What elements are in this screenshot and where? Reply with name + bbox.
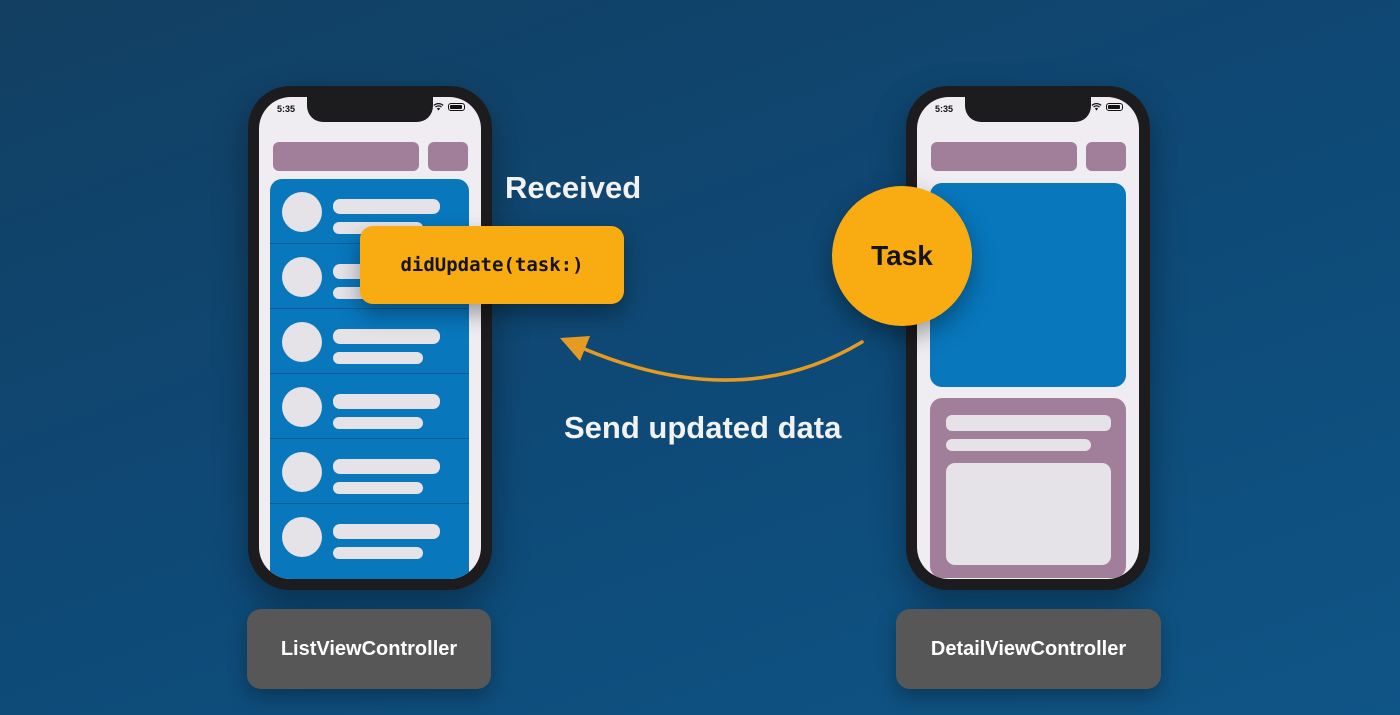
row-title-placeholder bbox=[333, 524, 440, 539]
task-label: Task bbox=[871, 240, 933, 271]
row-subtitle-placeholder bbox=[333, 417, 423, 429]
row-title-placeholder bbox=[333, 199, 440, 214]
detail-view-controller-label: DetailViewController bbox=[896, 609, 1161, 689]
detail-vc-text: DetailViewController bbox=[930, 637, 1127, 660]
wifi-icon bbox=[433, 103, 444, 111]
avatar bbox=[282, 517, 322, 557]
phone-notch bbox=[307, 97, 433, 122]
status-icons bbox=[1091, 103, 1123, 111]
list-phone-screen: 5:35 bbox=[259, 97, 481, 579]
nav-bar-placeholder bbox=[931, 142, 1077, 171]
received-label: Received bbox=[505, 170, 642, 205]
list-vc-text: ListViewController bbox=[280, 637, 458, 660]
avatar bbox=[282, 452, 322, 492]
send-arrow-icon bbox=[560, 336, 864, 382]
status-time: 5:35 bbox=[935, 104, 954, 114]
row-subtitle-placeholder bbox=[333, 482, 423, 494]
avatar bbox=[282, 387, 322, 427]
row-subtitle-placeholder bbox=[333, 547, 423, 559]
detail-content-placeholder bbox=[946, 463, 1111, 565]
send-updated-data-label: Send updated data bbox=[564, 410, 842, 445]
nav-bar-placeholder bbox=[273, 142, 419, 171]
row-title-placeholder bbox=[333, 329, 440, 344]
row-subtitle-placeholder bbox=[333, 352, 423, 364]
detail-subtitle-placeholder bbox=[946, 439, 1091, 451]
row-title-placeholder bbox=[333, 394, 440, 409]
list-item bbox=[270, 374, 469, 439]
detail-phone-mockup: 5:35 bbox=[906, 86, 1150, 590]
row-title-placeholder bbox=[333, 459, 440, 474]
list-view-controller-label: ListViewController bbox=[247, 609, 491, 689]
battery-icon bbox=[448, 103, 465, 111]
phone-notch bbox=[965, 97, 1091, 122]
battery-icon bbox=[1106, 103, 1123, 111]
did-update-method-box: didUpdate(task:) bbox=[360, 226, 624, 304]
detail-info-panel bbox=[930, 398, 1126, 578]
status-icons bbox=[433, 103, 465, 111]
nav-button-placeholder bbox=[428, 142, 468, 171]
list-phone-mockup: 5:35 bbox=[248, 86, 492, 590]
list-item bbox=[270, 309, 469, 374]
detail-phone-screen: 5:35 bbox=[917, 97, 1139, 579]
wifi-icon bbox=[1091, 103, 1102, 111]
avatar bbox=[282, 322, 322, 362]
list-item bbox=[270, 504, 469, 568]
list-item bbox=[270, 439, 469, 504]
avatar bbox=[282, 192, 322, 232]
avatar bbox=[282, 257, 322, 297]
detail-title-placeholder bbox=[946, 415, 1111, 431]
nav-button-placeholder bbox=[1086, 142, 1126, 171]
method-label: didUpdate(task:) bbox=[400, 254, 584, 276]
status-time: 5:35 bbox=[277, 104, 296, 114]
task-circle: Task bbox=[832, 186, 972, 326]
